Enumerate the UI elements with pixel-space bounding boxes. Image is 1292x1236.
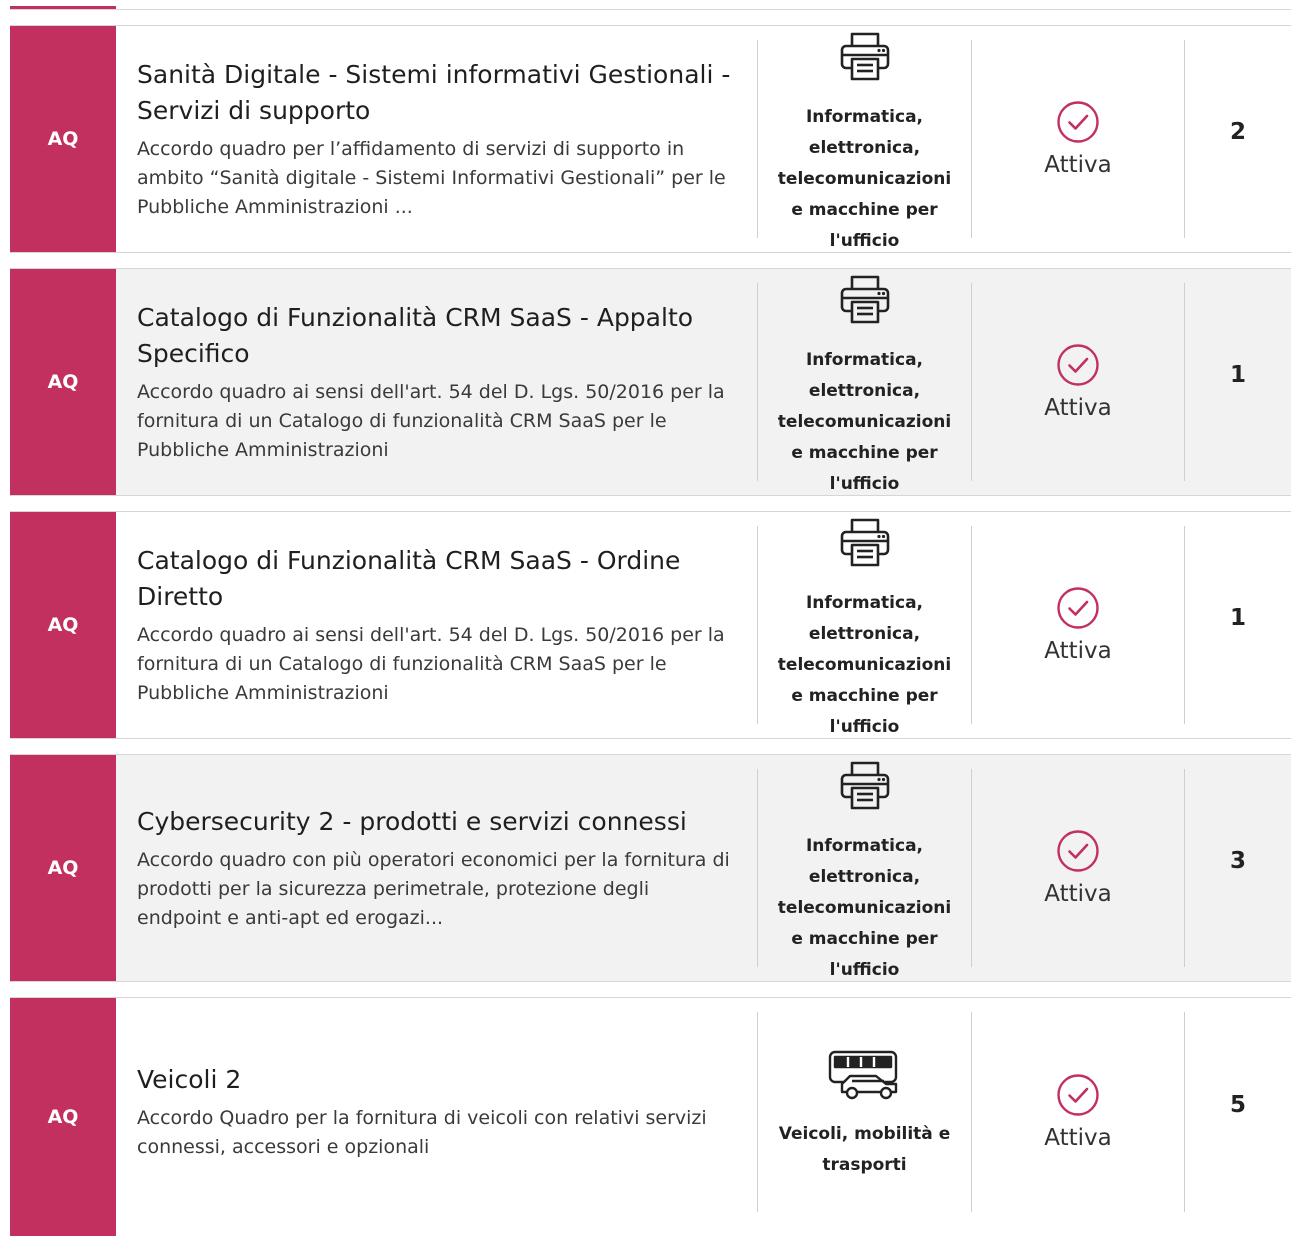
initiative-description: Accordo quadro per l’affidamento di serv… (137, 137, 726, 218)
count-value: 1 (1229, 362, 1246, 388)
initiative-title[interactable]: Catalogo di Funzionalità CRM SaaS - Appa… (137, 300, 739, 372)
category-cell: Informatica, elettronica, telecomunicazi… (758, 512, 971, 738)
printer-icon (838, 31, 892, 83)
check-circle-icon (1057, 1074, 1099, 1116)
check-circle-icon (1057, 587, 1099, 629)
row-content: Cybersecurity 2 - prodotti e servizi con… (137, 755, 739, 981)
row-content: Sanità Digitale - Sistemi informativi Ge… (137, 26, 739, 252)
initiative-title[interactable]: Cybersecurity 2 - prodotti e servizi con… (137, 804, 739, 840)
count-value: 3 (1229, 848, 1246, 874)
category-label: Informatica, elettronica, telecomunicazi… (777, 350, 952, 494)
initiative-title[interactable]: Catalogo di Funzionalità CRM SaaS - Ordi… (137, 543, 739, 615)
type-badge: AQ (10, 269, 116, 495)
status-cell: Attiva (972, 512, 1184, 738)
status-label: Attiva (1044, 638, 1112, 664)
row-content: Catalogo di Funzionalità CRM SaaS - Ordi… (137, 512, 739, 738)
type-badge: AQ (10, 998, 116, 1236)
initiative-description: Accordo quadro con più operatori economi… (137, 848, 730, 929)
table-row[interactable]: AQ Sanità Digitale - Sistemi informativi… (10, 25, 1291, 253)
initiative-title[interactable]: Veicoli 2 (137, 1062, 739, 1098)
initiative-description: Accordo quadro ai sensi dell'art. 54 del… (137, 380, 725, 461)
count-value: 1 (1229, 605, 1246, 631)
category-cell: Informatica, elettronica, telecomunicazi… (758, 755, 971, 981)
initiative-description: Accordo Quadro per la fornitura di veico… (137, 1107, 707, 1158)
type-badge: AQ (10, 512, 116, 738)
status-label: Attiva (1044, 395, 1112, 421)
row-content: Veicoli 2 Accordo Quadro per la fornitur… (137, 998, 739, 1226)
type-badge: AQ (10, 26, 116, 252)
table-row[interactable]: AQ Catalogo di Funzionalità CRM SaaS - O… (10, 511, 1291, 739)
table-row[interactable]: AQ Veicoli 2 Accordo Quadro per la forni… (10, 997, 1291, 1236)
row-content: Catalogo di Funzionalità CRM SaaS - Appa… (137, 269, 739, 495)
category-label: Informatica, elettronica, telecomunicazi… (777, 593, 952, 737)
printer-icon (838, 517, 892, 569)
initiative-title[interactable]: Sanità Digitale - Sistemi informativi Ge… (137, 57, 739, 129)
status-label: Attiva (1044, 881, 1112, 907)
category-label: Informatica, elettronica, telecomunicazi… (777, 107, 952, 251)
table-row[interactable]: AQ Catalogo di Funzionalità CRM SaaS - A… (10, 268, 1291, 496)
status-cell: Attiva (972, 755, 1184, 981)
printer-icon (838, 274, 892, 326)
category-label: Informatica, elettronica, telecomunicazi… (777, 836, 952, 980)
bus-car-icon (828, 1048, 902, 1100)
category-cell: Informatica, elettronica, telecomunicazi… (758, 269, 971, 495)
category-label: Veicoli, mobilità e trasporti (778, 1124, 951, 1175)
count-value: 5 (1229, 1092, 1246, 1118)
status-cell: Attiva (972, 26, 1184, 252)
status-cell: Attiva (972, 269, 1184, 495)
check-circle-icon (1057, 830, 1099, 872)
count-value: 2 (1229, 119, 1246, 145)
status-label: Attiva (1044, 152, 1112, 178)
printer-icon (838, 760, 892, 812)
type-badge: AQ (10, 755, 116, 981)
table-row[interactable]: AQ Cybersecurity 2 - prodotti e servizi … (10, 754, 1291, 982)
initiative-description: Accordo quadro ai sensi dell'art. 54 del… (137, 623, 725, 704)
category-cell: Informatica, elettronica, telecomunicazi… (758, 26, 971, 252)
check-circle-icon (1057, 101, 1099, 143)
top-divider (10, 9, 1291, 10)
check-circle-icon (1057, 344, 1099, 386)
status-label: Attiva (1044, 1125, 1112, 1151)
category-cell: Veicoli, mobilità e trasporti (758, 998, 971, 1226)
status-cell: Attiva (972, 998, 1184, 1226)
